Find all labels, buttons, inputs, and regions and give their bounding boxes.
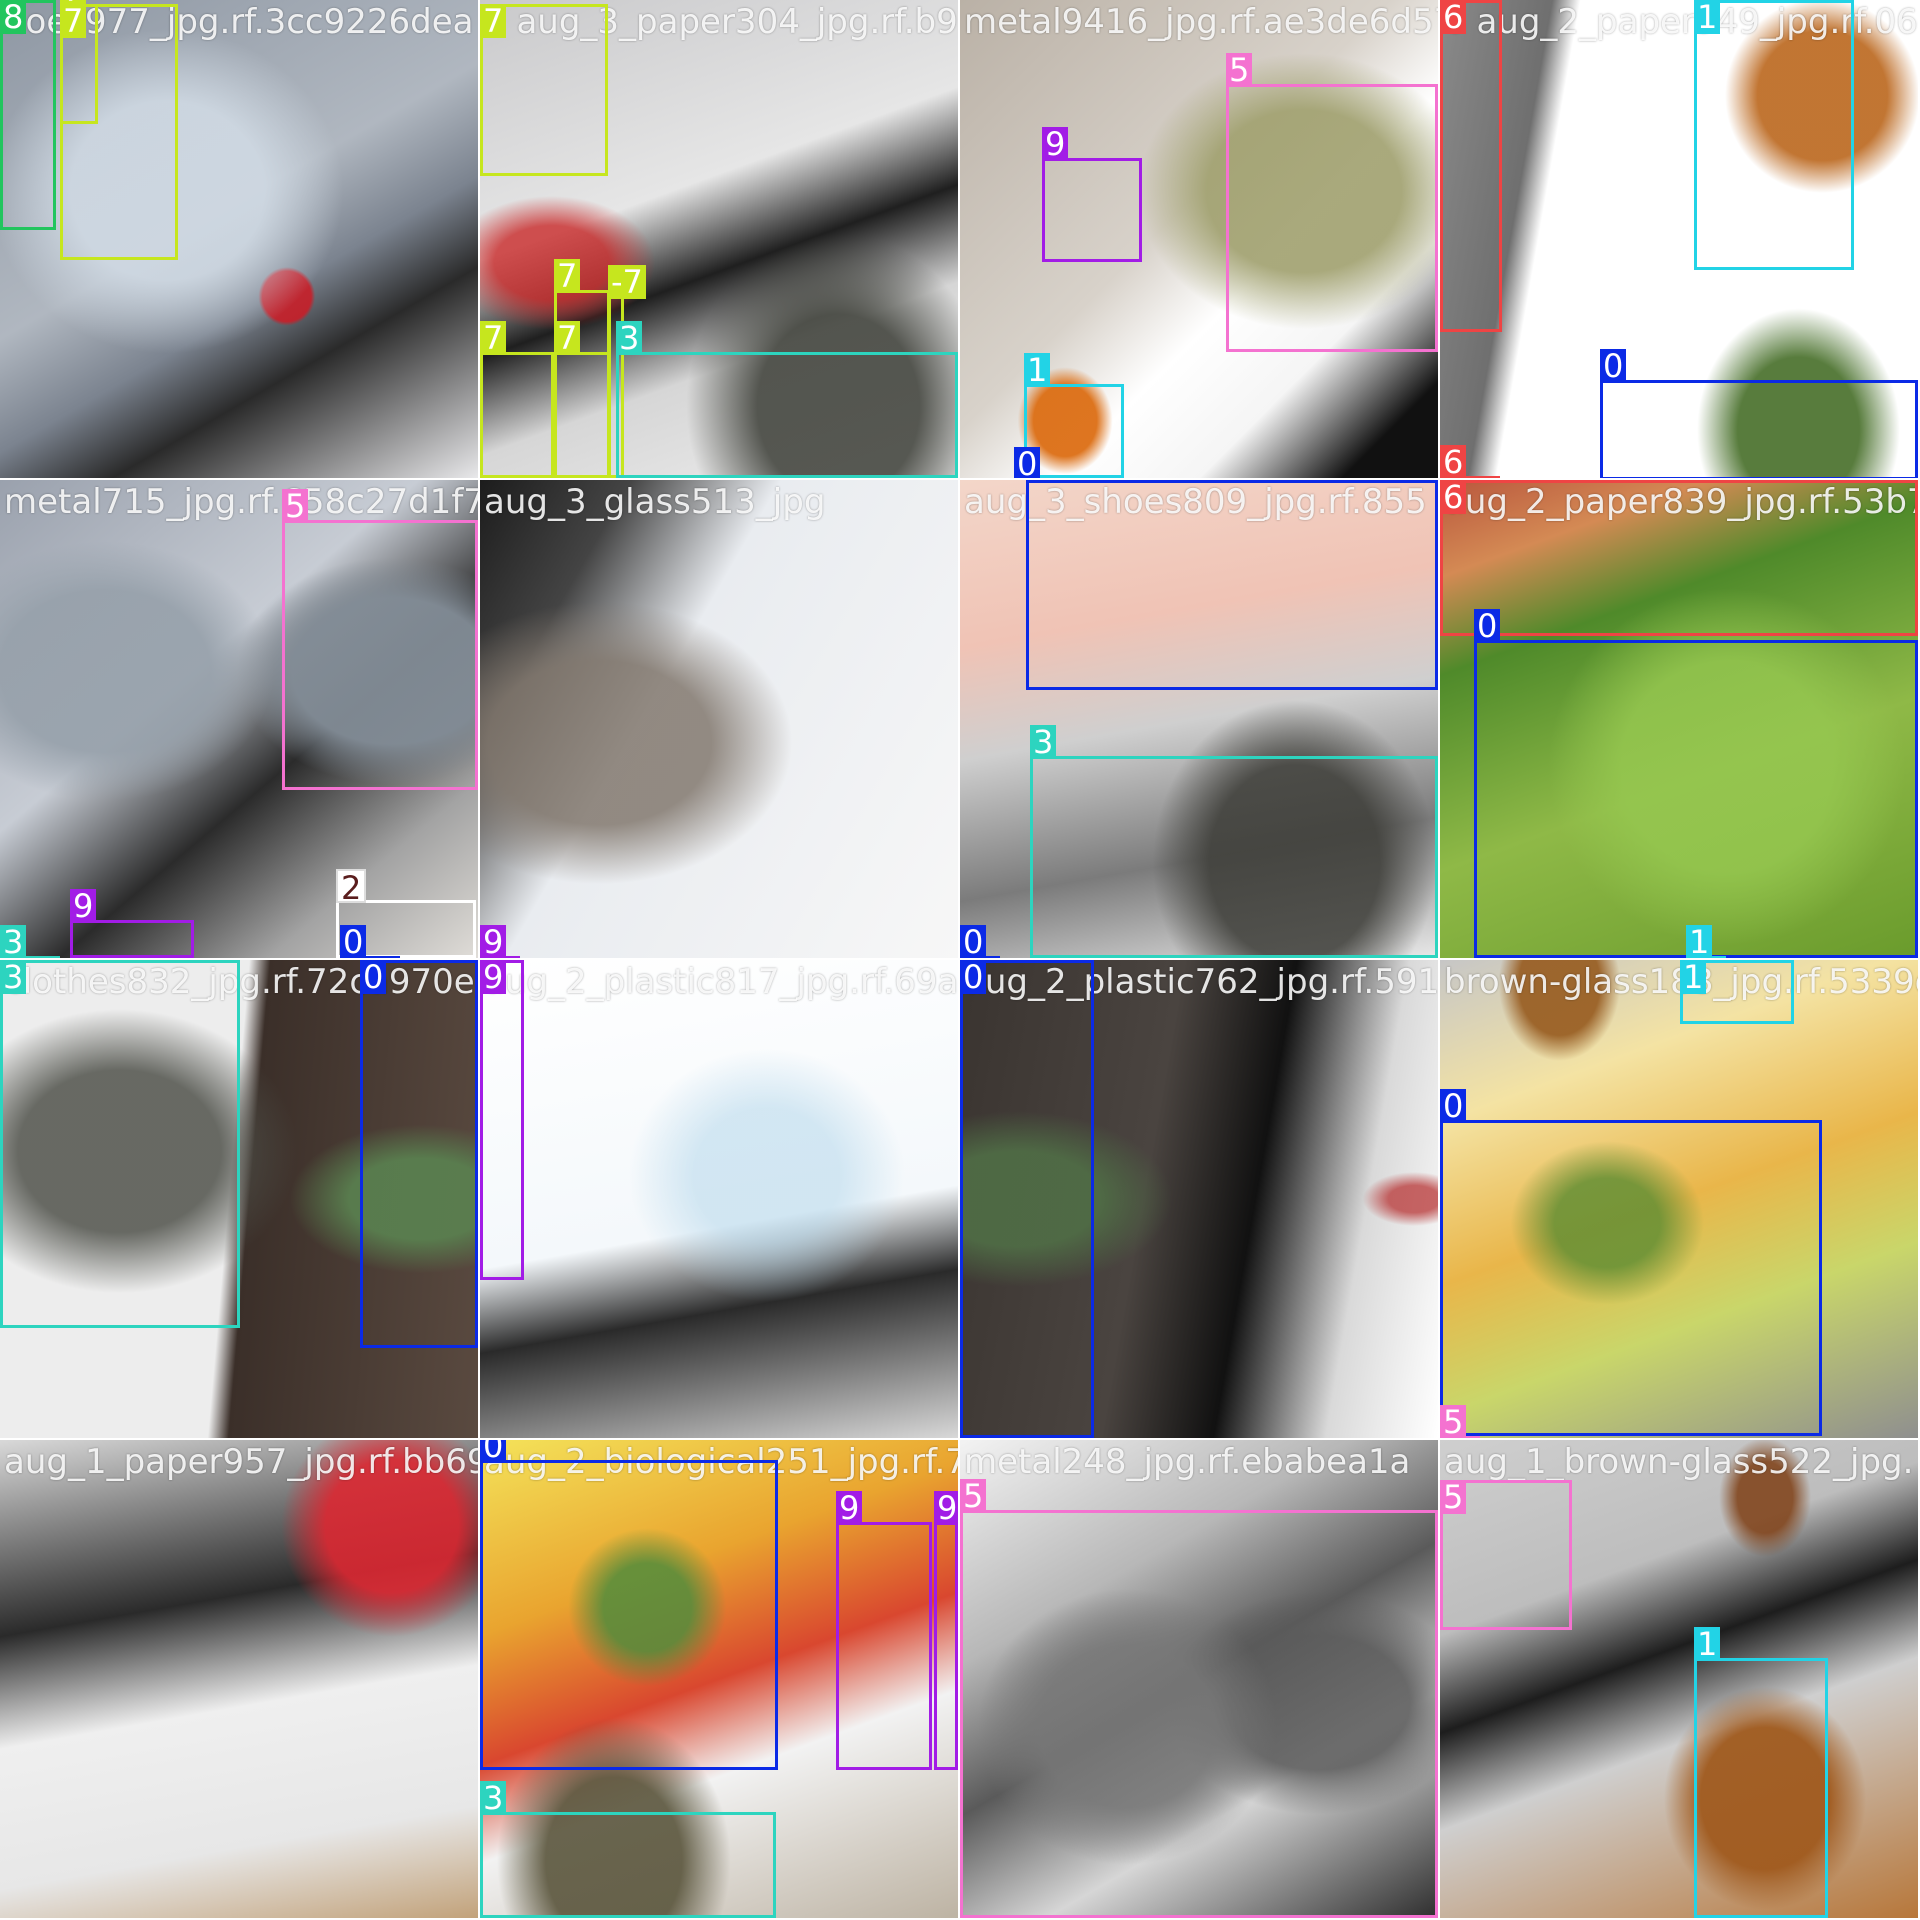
class-label: 7 (480, 321, 507, 355)
class-label: 6 (1440, 0, 1467, 34)
mosaic-tile: hoes977_jpg.rf.3cc9226dea877 (0, 0, 478, 478)
mosaic-tile: aug_3_glass513_jpg 9 (480, 480, 958, 958)
class-label: 5 (282, 489, 309, 523)
mosaic-tile: 6 aug_2_paper949_jpg.rf.06dc 6 1 0 6 (1440, 0, 1918, 478)
bounding-box: 9 (1042, 127, 1142, 262)
bounding-box: 5 (1226, 53, 1438, 352)
class-label: 1 (1686, 925, 1713, 958)
mosaic-tile: metal9416_jpg.rf.ae3de6d5766a9510 (960, 0, 1438, 478)
class-label: 0 (960, 925, 987, 958)
bounding-box: 0 (960, 925, 1000, 958)
class-label: 6 (1440, 445, 1467, 478)
tile-image (480, 960, 958, 1438)
class-label: -7 (608, 265, 646, 299)
mosaic-tile: aug_2_biological251_jpg.rf.752 0 9 9 3 (480, 1440, 958, 1918)
class-label: 9 (1042, 127, 1069, 161)
class-label: 5 (1440, 1405, 1467, 1438)
class-label: 3 (0, 925, 27, 958)
bounding-box: 3 (480, 1781, 776, 1918)
bounding-box: 0 (960, 960, 1094, 1438)
class-label: 5 (960, 1479, 987, 1513)
class-label: 5 (1440, 1480, 1467, 1514)
class-label: 3 (0, 960, 27, 994)
class-label: 8 (0, 0, 27, 34)
mosaic-tile: aug_2_plastic817_jpg.rf.69a 9 (480, 960, 958, 1438)
class-label: 0 (960, 960, 987, 994)
class-label: 3 (480, 1781, 507, 1815)
class-label: 0 (1014, 447, 1041, 478)
bounding-box: 9 (934, 1491, 958, 1770)
bounding-box: 0 (480, 1440, 778, 1770)
mosaic-tile: aug_3_shoes809_jpg.rf.855030 (960, 480, 1438, 958)
class-label: 7 (554, 259, 581, 293)
class-label: 1 (1680, 960, 1707, 994)
mosaic-tile: aug_1_brown-glass522_jpg. 5 1 (1440, 1440, 1918, 1918)
class-label: 7 (480, 4, 507, 38)
class-label: 0 (1026, 480, 1053, 483)
bounding-box: 0 (340, 925, 400, 958)
bounding-box: 5 (960, 1479, 1438, 1918)
mosaic-tile: aug_2_plastic762_jpg.rf.591 0 (960, 960, 1438, 1438)
bounding-box: 8 (0, 0, 56, 230)
bounding-box: 3 (0, 925, 60, 958)
mosaic-tile: metal715_jpg.rf.658c27d1f74ad37f82f2f6a5… (0, 480, 478, 958)
mosaic-tile: clothes832_jpg.rf.72ca970e 3 0 (0, 960, 478, 1438)
class-label: 0 (1474, 609, 1501, 643)
bounding-box: 5 (282, 489, 478, 790)
bounding-box: 3 (616, 321, 958, 478)
bounding-box: 9 (70, 889, 194, 958)
bounding-box: 0 (1474, 609, 1918, 958)
bounding-box: 7 (480, 321, 554, 478)
bounding-box: 1 (1680, 960, 1794, 1024)
mosaic-tile: brown-glass188_jpg.rf.5339c105 (1440, 960, 1918, 1438)
bounding-box: 7 (480, 4, 608, 176)
bounding-box: 9 (480, 960, 524, 1280)
class-label: 9 (934, 1491, 958, 1525)
mosaic-grid: hoes977_jpg.rf.3cc9226dea8777 aug_3_pape… (0, 0, 1920, 1920)
class-label: 3 (1030, 725, 1057, 759)
bounding-box: 6 (1440, 445, 1500, 478)
class-label: 0 (1600, 349, 1627, 383)
bounding-box: 1 (1694, 0, 1854, 270)
bounding-box: 7 (60, 4, 178, 260)
bounding-box: 3 (0, 960, 240, 1328)
class-label: 0 (480, 1440, 507, 1463)
class-label: 9 (480, 925, 507, 958)
mosaic-tile: metal248_jpg.rf.ebabea1a 5 (960, 1440, 1438, 1918)
class-label: 7 (554, 321, 581, 355)
bounding-box: 0 (1600, 349, 1918, 478)
class-label: 0 (360, 960, 387, 994)
mosaic-tile: aug_2_paper839_jpg.rf.53b75ff40c601 (1440, 480, 1918, 958)
class-label: 2 (336, 869, 367, 905)
bounding-box: 1 (1686, 925, 1726, 958)
class-label: 1 (1024, 353, 1051, 387)
bounding-box: 5 (1440, 1405, 1480, 1438)
tile-image (0, 1440, 478, 1918)
class-label: 7 (60, 4, 87, 38)
class-label: 9 (70, 889, 97, 923)
bounding-box: 9 (836, 1491, 932, 1770)
class-label: 1 (1694, 0, 1721, 34)
mosaic-tile: 7 aug_3_paper304_jpg.rf.b958f3820116a777… (480, 0, 958, 478)
bounding-box: 0 (1440, 1089, 1822, 1436)
bounding-box: 6 (1440, 480, 1918, 636)
bounding-box: 9 (480, 925, 520, 958)
bounding-box: 5 (1440, 1480, 1572, 1630)
class-label: 9 (836, 1491, 863, 1525)
bounding-box: 3 (1030, 725, 1438, 958)
tile-image (480, 480, 958, 958)
bounding-box: 1 (1694, 1627, 1828, 1918)
class-label: 5 (1226, 53, 1253, 87)
class-label: 6 (1440, 480, 1467, 514)
class-label: 3 (616, 321, 643, 355)
class-label: 0 (340, 925, 367, 958)
mosaic-tile: aug_1_paper957_jpg.rf.bb69 (0, 1440, 478, 1918)
class-label: 9 (480, 960, 507, 994)
bounding-box: 7 (554, 321, 610, 478)
bounding-box: 0 (360, 960, 478, 1348)
bounding-box: 0 (1026, 480, 1438, 690)
class-label: 0 (1440, 1089, 1467, 1123)
class-label: 1 (1694, 1627, 1721, 1661)
bounding-box: 6 (1440, 0, 1502, 332)
